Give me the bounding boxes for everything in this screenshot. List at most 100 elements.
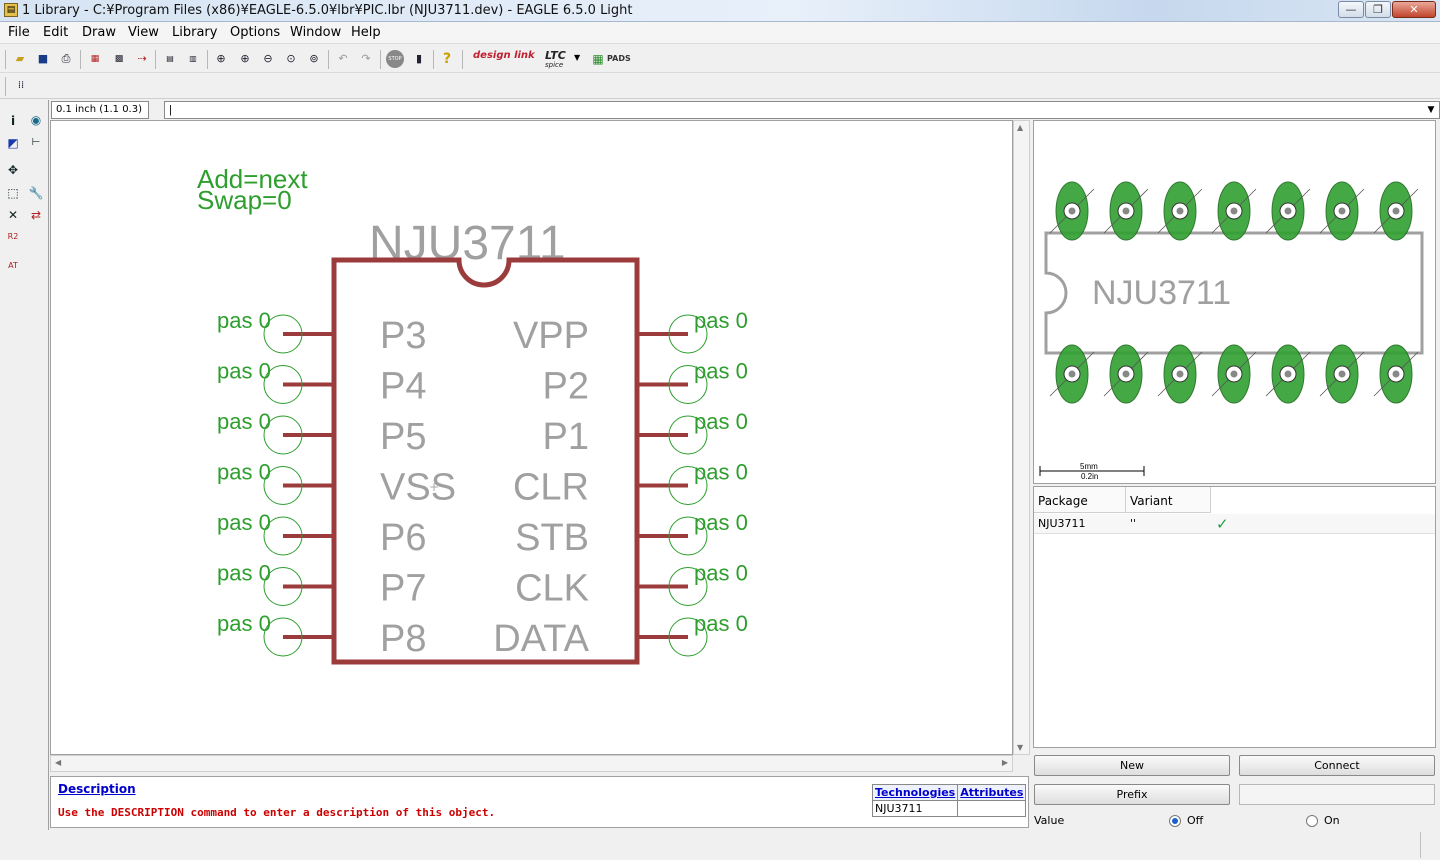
- pin-name-label: P7: [380, 568, 426, 610]
- pin-name-label: P5: [380, 416, 426, 458]
- pads-label: PADS: [607, 54, 631, 63]
- chevron-down-icon[interactable]: ▼: [1424, 102, 1438, 118]
- script-icon[interactable]: ⇢: [133, 50, 151, 68]
- redo-icon[interactable]: ↷: [357, 50, 375, 68]
- command-input[interactable]: [164, 101, 1440, 119]
- info-icon[interactable]: i: [4, 112, 22, 130]
- pin-attribute-label: pas 0: [217, 308, 271, 333]
- pin-attribute-label: pas 0: [217, 460, 271, 485]
- toolbar-separator: [155, 50, 156, 69]
- save-icon[interactable]: ■: [34, 50, 52, 68]
- vertical-scrollbar[interactable]: ▲ ▼: [1013, 120, 1030, 755]
- pad-hole: [1176, 207, 1184, 215]
- status-divider: [1420, 832, 1421, 858]
- scale-in-label: 0.2in: [1081, 472, 1098, 481]
- minimize-button[interactable]: —: [1338, 1, 1364, 18]
- attributes-link[interactable]: Attributes: [957, 784, 1027, 801]
- menu-draw[interactable]: Draw: [82, 25, 116, 40]
- zoom-in-icon[interactable]: ⊕: [236, 50, 254, 68]
- pad-hole: [1068, 207, 1076, 215]
- cam-icon[interactable]: ▩: [110, 50, 128, 68]
- technologies-link[interactable]: Technologies: [871, 784, 959, 801]
- pad-hole: [1284, 370, 1292, 378]
- maximize-button[interactable]: ❐: [1365, 1, 1391, 18]
- prefix-field: [1239, 784, 1435, 805]
- pin-name-label: P4: [380, 366, 426, 408]
- menu-window[interactable]: Window: [290, 25, 341, 40]
- new-button[interactable]: New: [1034, 755, 1230, 776]
- toolbar-grip: [5, 77, 6, 96]
- chevron-down-icon[interactable]: ▼: [574, 53, 580, 62]
- status-bar: [0, 830, 1440, 860]
- menu-options[interactable]: Options: [230, 25, 280, 40]
- variant-column-header[interactable]: Variant: [1126, 487, 1211, 513]
- package-variant-table: Package Variant NJU3711 '' ✓: [1033, 486, 1436, 748]
- menu-library[interactable]: Library: [172, 25, 217, 40]
- undo-icon[interactable]: ↶: [334, 50, 352, 68]
- value-off-radio[interactable]: [1169, 815, 1181, 827]
- ulp-icon[interactable]: ▥: [184, 50, 202, 68]
- print-icon[interactable]: ⎙: [57, 50, 75, 68]
- group-icon[interactable]: ⬚: [4, 184, 22, 202]
- redraw-icon[interactable]: ⊙: [282, 50, 300, 68]
- pins: pas 0 P3 pas 0 P4 pas 0 P5 pas 0 VSS pas 0 P6 pas …: [217, 308, 748, 660]
- attribute-icon[interactable]: AT: [4, 257, 22, 275]
- pads-icon[interactable]: ▦: [589, 50, 607, 68]
- mark-icon[interactable]: ⊢: [27, 134, 45, 152]
- grid-icon[interactable]: ⁞⁞: [12, 77, 30, 95]
- scroll-up-icon[interactable]: ▲: [1017, 123, 1023, 132]
- menu-edit[interactable]: Edit: [43, 25, 68, 40]
- go-icon[interactable]: ▮: [410, 50, 428, 68]
- pin-name-label: CLK: [515, 568, 589, 610]
- name-icon[interactable]: R2: [4, 228, 22, 246]
- pin-attribute-label: pas 0: [217, 510, 271, 535]
- toolbar-separator: [328, 50, 329, 69]
- schematic-drawing[interactable]: Add=next Swap=0 NJU3711 pas 0 P3pas 0 P4pa…: [51, 121, 1014, 756]
- scroll-right-icon[interactable]: ▶: [1002, 758, 1008, 767]
- pad-hole: [1122, 207, 1130, 215]
- change-icon[interactable]: 🔧: [27, 184, 45, 202]
- pin-attribute-label: pas 0: [217, 359, 271, 384]
- pin-name-label: STB: [515, 517, 589, 559]
- zoom-fit-icon[interactable]: ⊕: [212, 50, 230, 68]
- help-icon[interactable]: ?: [438, 50, 456, 68]
- pad-hole: [1338, 370, 1346, 378]
- app-icon: ▤: [4, 3, 18, 17]
- connect-button[interactable]: Connect: [1239, 755, 1435, 776]
- table-row[interactable]: NJU3711 '' ✓: [1034, 514, 1435, 534]
- menu-view[interactable]: View: [128, 25, 159, 40]
- window-title: 1 Library - C:¥Program Files (x86)¥EAGLE…: [22, 3, 633, 18]
- value-on-radio[interactable]: [1306, 815, 1318, 827]
- scroll-down-icon[interactable]: ▼: [1017, 743, 1023, 752]
- close-button[interactable]: ✕: [1392, 1, 1436, 18]
- pin-name-label: VPP: [513, 315, 589, 357]
- pin-name-label: P6: [380, 517, 426, 559]
- description-link[interactable]: Description: [58, 782, 136, 796]
- zoom-out-icon[interactable]: ⊖: [259, 50, 277, 68]
- move-icon[interactable]: ✥: [4, 161, 22, 179]
- value-label: Value: [1034, 814, 1065, 827]
- board-icon[interactable]: ▦: [86, 50, 104, 68]
- prefix-button[interactable]: Prefix: [1034, 784, 1230, 805]
- open-icon[interactable]: ▰: [11, 50, 29, 68]
- drawing-canvas[interactable]: Add=next Swap=0 NJU3711 pas 0 P3 pas 0 P4 pa…: [50, 120, 1013, 755]
- pinswap-icon[interactable]: ⇄: [27, 206, 45, 224]
- eye-icon[interactable]: ◉: [27, 111, 45, 129]
- horizontal-scrollbar[interactable]: ◀ ▶: [50, 755, 1013, 772]
- package-column-header[interactable]: Package: [1034, 487, 1126, 513]
- design-link-logo[interactable]: design link: [473, 50, 535, 61]
- toolbar-separator: [433, 50, 434, 69]
- attribute-cell: [957, 800, 1027, 817]
- scr-icon[interactable]: ▤: [161, 50, 179, 68]
- menu-file[interactable]: File: [8, 25, 30, 40]
- pad-hole: [1392, 207, 1400, 215]
- layer-icon[interactable]: ◩: [4, 134, 22, 152]
- scroll-left-icon[interactable]: ◀: [55, 758, 61, 767]
- zoom-select-icon[interactable]: ⊚: [305, 50, 323, 68]
- stop-icon[interactable]: STOP: [386, 50, 404, 68]
- pin-attribute-label: pas 0: [217, 409, 271, 434]
- swap-label: Swap=0: [197, 185, 292, 215]
- menu-help[interactable]: Help: [351, 25, 381, 40]
- delete-icon[interactable]: ✕: [4, 206, 22, 224]
- check-icon: ✓: [1216, 515, 1229, 533]
